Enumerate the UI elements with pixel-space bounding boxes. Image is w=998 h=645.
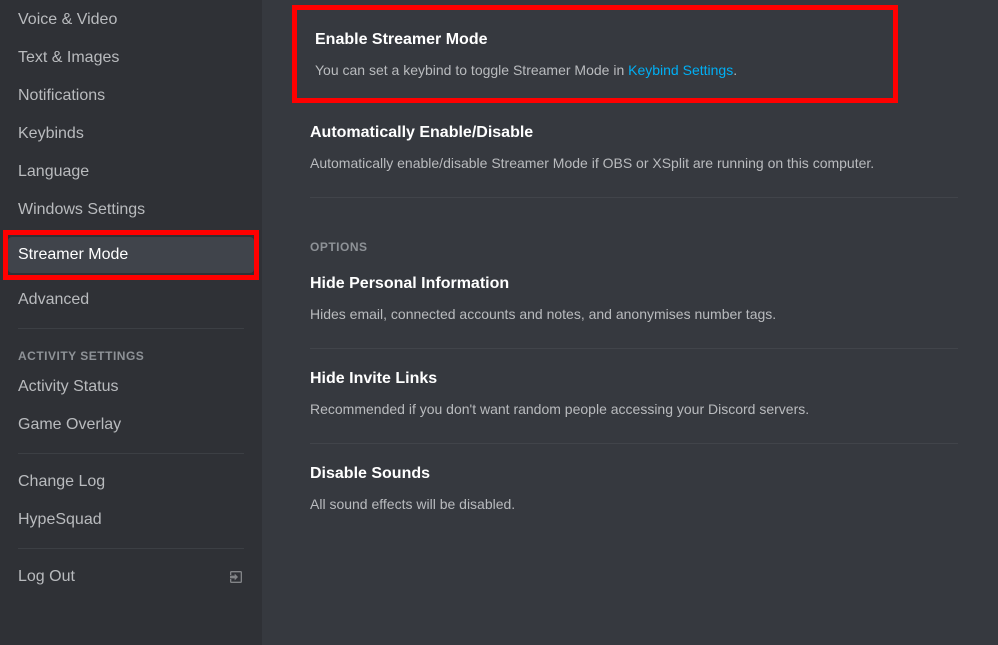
sidebar-divider: [18, 328, 244, 329]
sidebar-item-keybinds[interactable]: Keybinds: [8, 116, 254, 152]
sidebar-item-text-images[interactable]: Text & Images: [8, 40, 254, 76]
settings-sidebar: Voice & Video Text & Images Notification…: [0, 0, 262, 645]
sidebar-item-windows-settings[interactable]: Windows Settings: [8, 192, 254, 228]
sidebar-item-language[interactable]: Language: [8, 154, 254, 190]
sidebar-item-advanced[interactable]: Advanced: [8, 282, 254, 318]
setting-title-hide-invite: Hide Invite Links: [310, 369, 958, 389]
setting-title-hide-info: Hide Personal Information: [310, 274, 958, 294]
sidebar-item-hypesquad[interactable]: HypeSquad: [8, 502, 254, 538]
sidebar-item-logout[interactable]: Log Out: [8, 559, 254, 595]
sidebar-item-notifications[interactable]: Notifications: [8, 78, 254, 114]
sidebar-item-activity-status[interactable]: Activity Status: [8, 369, 254, 405]
setting-title-enable-streamer: Enable Streamer Mode: [315, 30, 881, 50]
setting-desc-disable-sounds: All sound effects will be disabled.: [310, 494, 958, 514]
settings-content: Enable Streamer Mode You can set a keybi…: [262, 0, 998, 645]
setting-desc-hide-info: Hides email, connected accounts and note…: [310, 304, 958, 324]
keybind-settings-link[interactable]: Keybind Settings: [628, 62, 733, 78]
setting-block-auto: Automatically Enable/Disable Automatical…: [310, 103, 958, 198]
sidebar-item-streamer-mode[interactable]: Streamer Mode: [8, 237, 254, 273]
setting-block-hide-info: Hide Personal Information Hides email, c…: [310, 254, 958, 349]
sidebar-item-change-log[interactable]: Change Log: [8, 464, 254, 500]
highlight-annotation-sidebar: Streamer Mode: [3, 230, 259, 280]
setting-title-auto: Automatically Enable/Disable: [310, 123, 958, 143]
highlight-annotation-main: Enable Streamer Mode You can set a keybi…: [292, 5, 898, 103]
logout-icon: [228, 569, 244, 585]
setting-desc-auto: Automatically enable/disable Streamer Mo…: [310, 153, 958, 173]
sidebar-header-activity: Activity Settings: [8, 339, 254, 367]
setting-desc-hide-invite: Recommended if you don't want random peo…: [310, 399, 958, 419]
setting-title-disable-sounds: Disable Sounds: [310, 464, 958, 484]
setting-desc-enable-streamer: You can set a keybind to toggle Streamer…: [315, 60, 881, 80]
setting-block-hide-invite: Hide Invite Links Recommended if you don…: [310, 349, 958, 444]
sidebar-item-voice-video[interactable]: Voice & Video: [8, 2, 254, 38]
sidebar-item-game-overlay[interactable]: Game Overlay: [8, 407, 254, 443]
options-section-header: Options: [310, 240, 958, 254]
sidebar-divider: [18, 453, 244, 454]
setting-block-disable-sounds: Disable Sounds All sound effects will be…: [310, 444, 958, 520]
sidebar-divider: [18, 548, 244, 549]
